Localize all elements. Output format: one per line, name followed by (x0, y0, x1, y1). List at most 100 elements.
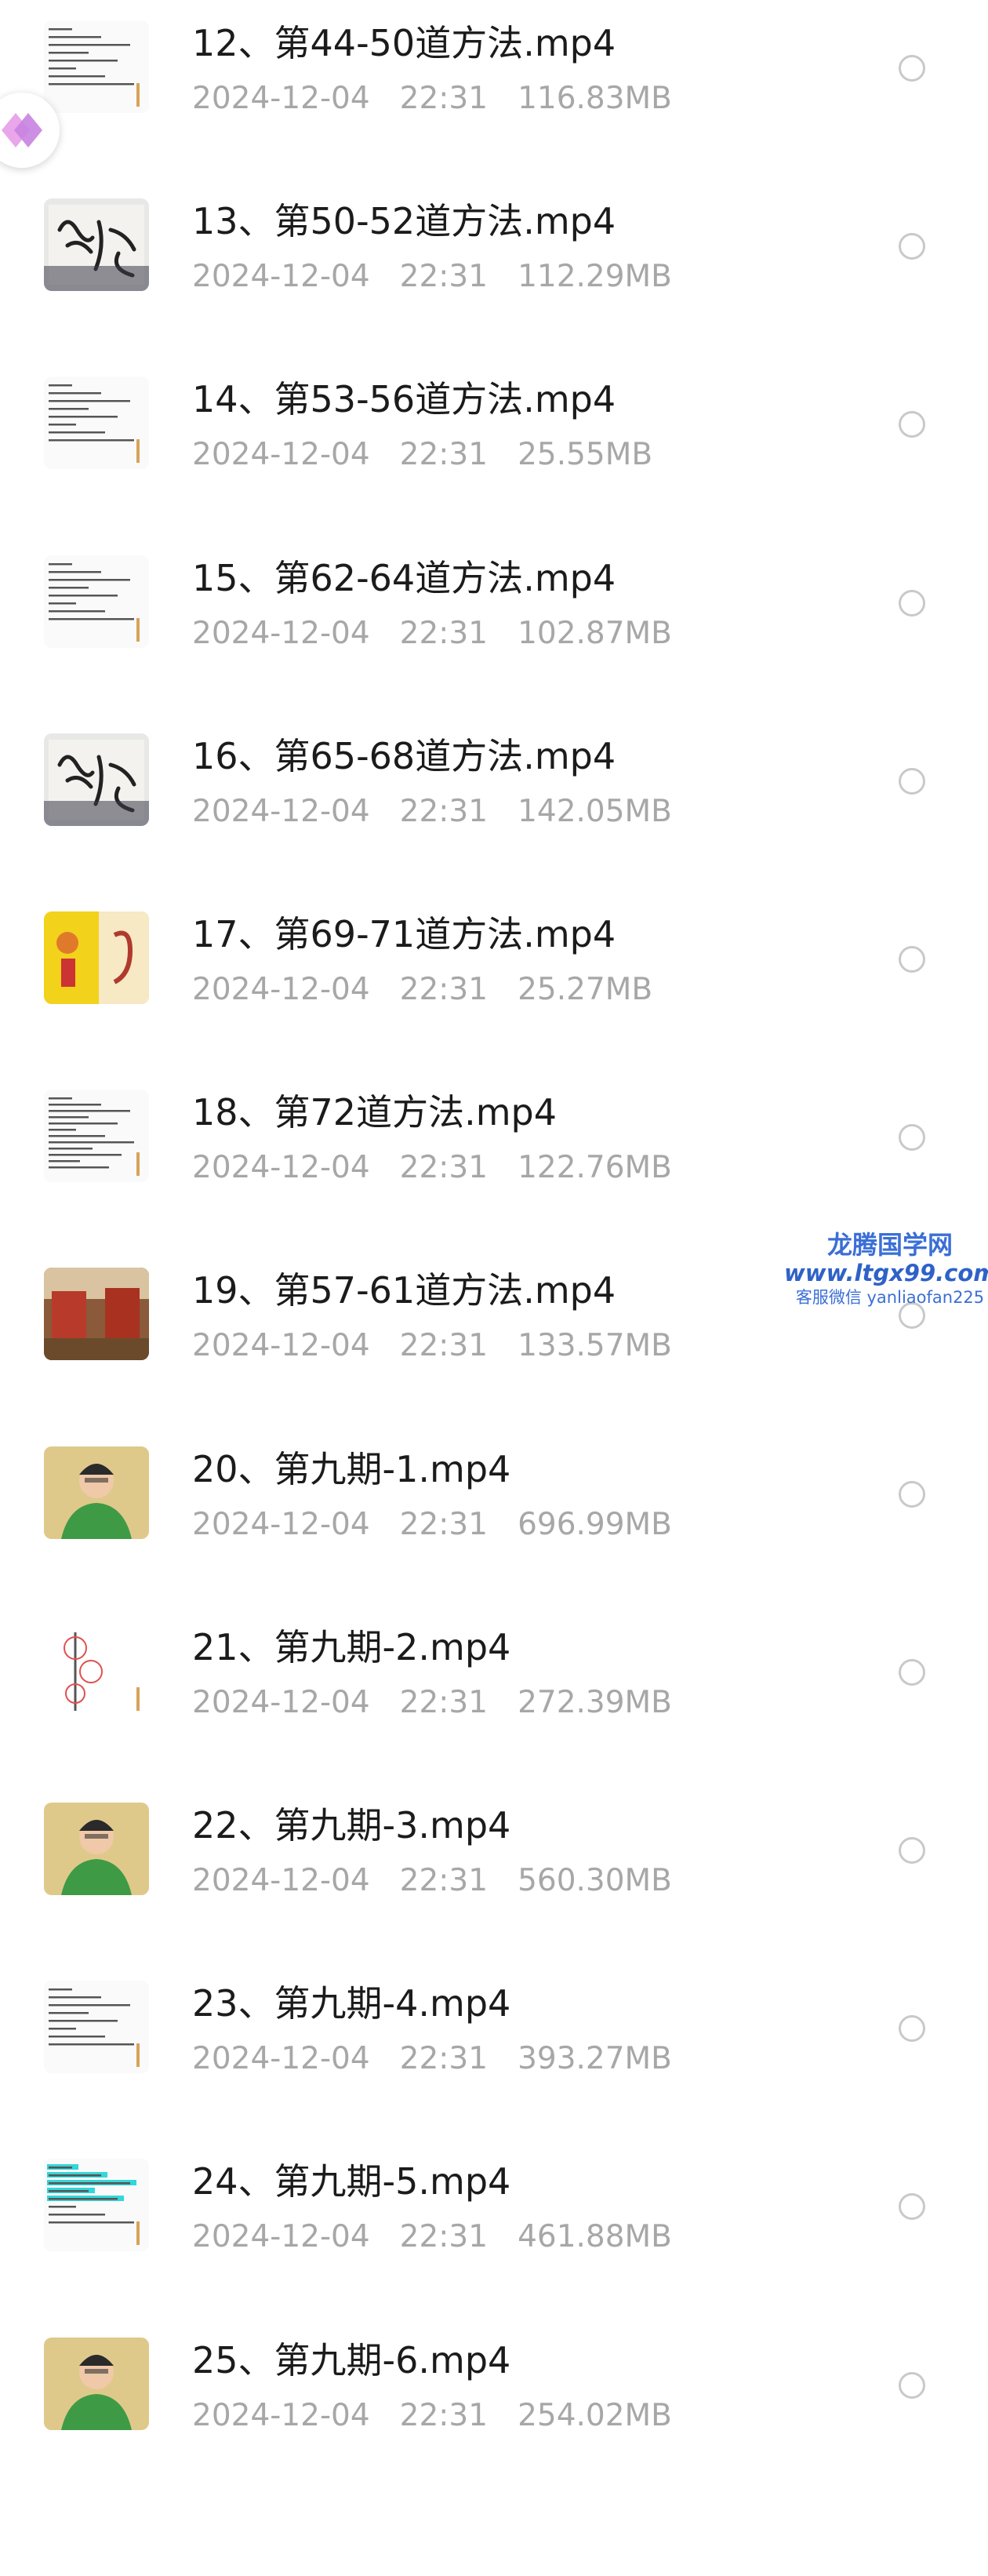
file-date: 2024-12-04 (192, 1684, 370, 1720)
file-name: 14、第53-56道方法.mp4 (192, 378, 616, 421)
file-name: 16、第65-68道方法.mp4 (192, 734, 616, 777)
file-meta: 2024-12-04 22:31 25.55MB (192, 439, 652, 470)
video-thumbnail (44, 1624, 149, 1717)
file-meta: 2024-12-04 22:31 102.87MB (192, 618, 672, 649)
video-thumbnail (44, 2337, 149, 2430)
video-thumbnail (44, 1981, 149, 2074)
file-time: 22:31 (399, 1863, 489, 1898)
file-date: 2024-12-04 (192, 81, 370, 116)
file-meta: 2024-12-04 22:31 272.39MB (192, 1687, 672, 1718)
select-radio-icon[interactable] (899, 2193, 925, 2221)
file-size: 560.30MB (518, 1863, 672, 1898)
select-radio-icon[interactable] (899, 589, 925, 617)
file-name: 25、第九期-6.mp4 (192, 2338, 511, 2381)
select-radio-icon[interactable] (899, 1124, 925, 1152)
file-time: 22:31 (399, 81, 489, 116)
file-name: 23、第九期-4.mp4 (192, 1982, 511, 2025)
video-thumbnail (44, 555, 149, 648)
file-name: 12、第44-50道方法.mp4 (192, 22, 616, 64)
file-date: 2024-12-04 (192, 1863, 370, 1898)
file-meta: 2024-12-04 22:31 112.29MB (192, 261, 672, 292)
select-radio-icon[interactable] (899, 2015, 925, 2043)
select-radio-icon[interactable] (899, 233, 925, 260)
file-date: 2024-12-04 (192, 437, 370, 473)
video-thumbnail (44, 1803, 149, 1895)
file-name: 24、第九期-5.mp4 (192, 2160, 511, 2203)
video-thumbnail (44, 198, 149, 292)
file-size: 116.83MB (518, 81, 672, 116)
file-date: 2024-12-04 (192, 2041, 370, 2077)
file-name: 22、第九期-3.mp4 (192, 1804, 511, 1846)
select-radio-icon[interactable] (899, 411, 925, 438)
file-date: 2024-12-04 (192, 1150, 370, 1186)
file-meta: 2024-12-04 22:31 696.99MB (192, 1509, 672, 1540)
file-time: 22:31 (399, 2219, 489, 2255)
file-time: 22:31 (399, 1684, 489, 1720)
file-meta: 2024-12-04 22:31 142.05MB (192, 796, 672, 827)
select-radio-icon[interactable] (899, 55, 925, 82)
watermark-url: www.ltgx99.com (784, 1260, 988, 1287)
video-thumbnail (44, 1268, 149, 1361)
file-name: 15、第62-64道方法.mp4 (192, 556, 616, 599)
video-thumbnail (44, 733, 149, 826)
select-radio-icon[interactable] (899, 1837, 925, 1864)
file-date: 2024-12-04 (192, 1328, 370, 1364)
file-time: 22:31 (399, 972, 489, 1007)
watermark-contact: 客服微信 yanliaofan225 (795, 1288, 985, 1308)
file-date: 2024-12-04 (192, 2219, 370, 2255)
pink-diamond-icon (2, 113, 42, 147)
file-meta: 2024-12-04 22:31 116.83MB (192, 83, 672, 114)
select-radio-icon[interactable] (899, 946, 925, 973)
file-size: 25.27MB (518, 972, 653, 1007)
file-date: 2024-12-04 (192, 972, 370, 1007)
select-radio-icon[interactable] (899, 767, 925, 795)
select-radio-icon[interactable] (899, 1658, 925, 1686)
file-meta: 2024-12-04 22:31 122.76MB (192, 1152, 672, 1183)
file-time: 22:31 (399, 615, 489, 651)
file-meta: 2024-12-04 22:31 393.27MB (192, 2043, 672, 2074)
file-size: 25.55MB (518, 437, 653, 473)
file-size: 142.05MB (518, 793, 672, 829)
file-time: 22:31 (399, 1328, 489, 1364)
video-thumbnail (44, 1446, 149, 1539)
file-meta: 2024-12-04 22:31 133.57MB (192, 1330, 672, 1361)
file-date: 2024-12-04 (192, 1506, 370, 1542)
file-meta: 2024-12-04 22:31 254.02MB (192, 2400, 672, 2431)
file-date: 2024-12-04 (192, 615, 370, 651)
file-time: 22:31 (399, 2041, 489, 2077)
video-thumbnail (44, 1090, 149, 1183)
select-radio-icon[interactable] (899, 1480, 925, 1508)
file-name: 20、第九期-1.mp4 (192, 1447, 511, 1490)
file-date: 2024-12-04 (192, 259, 370, 295)
file-time: 22:31 (399, 437, 489, 473)
file-size: 133.57MB (518, 1328, 672, 1364)
file-meta: 2024-12-04 22:31 25.27MB (192, 974, 652, 1005)
file-date: 2024-12-04 (192, 2397, 370, 2433)
video-thumbnail (44, 20, 149, 113)
file-time: 22:31 (399, 2397, 489, 2433)
file-name: 13、第50-52道方法.mp4 (192, 200, 616, 243)
file-time: 22:31 (399, 1150, 489, 1186)
file-size: 272.39MB (518, 1684, 672, 1720)
video-thumbnail (44, 911, 149, 1004)
file-date: 2024-12-04 (192, 793, 370, 829)
file-size: 696.99MB (518, 1506, 672, 1542)
watermark-title: 龙腾国学网 (826, 1230, 953, 1260)
file-name: 19、第57-61道方法.mp4 (192, 1269, 616, 1312)
file-meta: 2024-12-04 22:31 560.30MB (192, 1865, 672, 1896)
file-size: 254.02MB (518, 2397, 672, 2433)
file-meta: 2024-12-04 22:31 461.88MB (192, 2221, 672, 2252)
file-size: 461.88MB (518, 2219, 672, 2255)
file-size: 102.87MB (518, 615, 672, 651)
video-thumbnail (44, 377, 149, 470)
file-time: 22:31 (399, 1506, 489, 1542)
file-size: 122.76MB (518, 1150, 672, 1186)
file-name: 18、第72道方法.mp4 (192, 1091, 557, 1134)
file-size: 112.29MB (518, 259, 672, 295)
file-size: 393.27MB (518, 2041, 672, 2077)
select-radio-icon[interactable] (899, 2371, 925, 2399)
watermark: 龙腾国学网 www.ltgx99.com 客服微信 yanliaofan225 (784, 1230, 988, 1309)
file-name: 17、第69-71道方法.mp4 (192, 913, 616, 955)
file-time: 22:31 (399, 793, 489, 829)
file-time: 22:31 (399, 259, 489, 295)
